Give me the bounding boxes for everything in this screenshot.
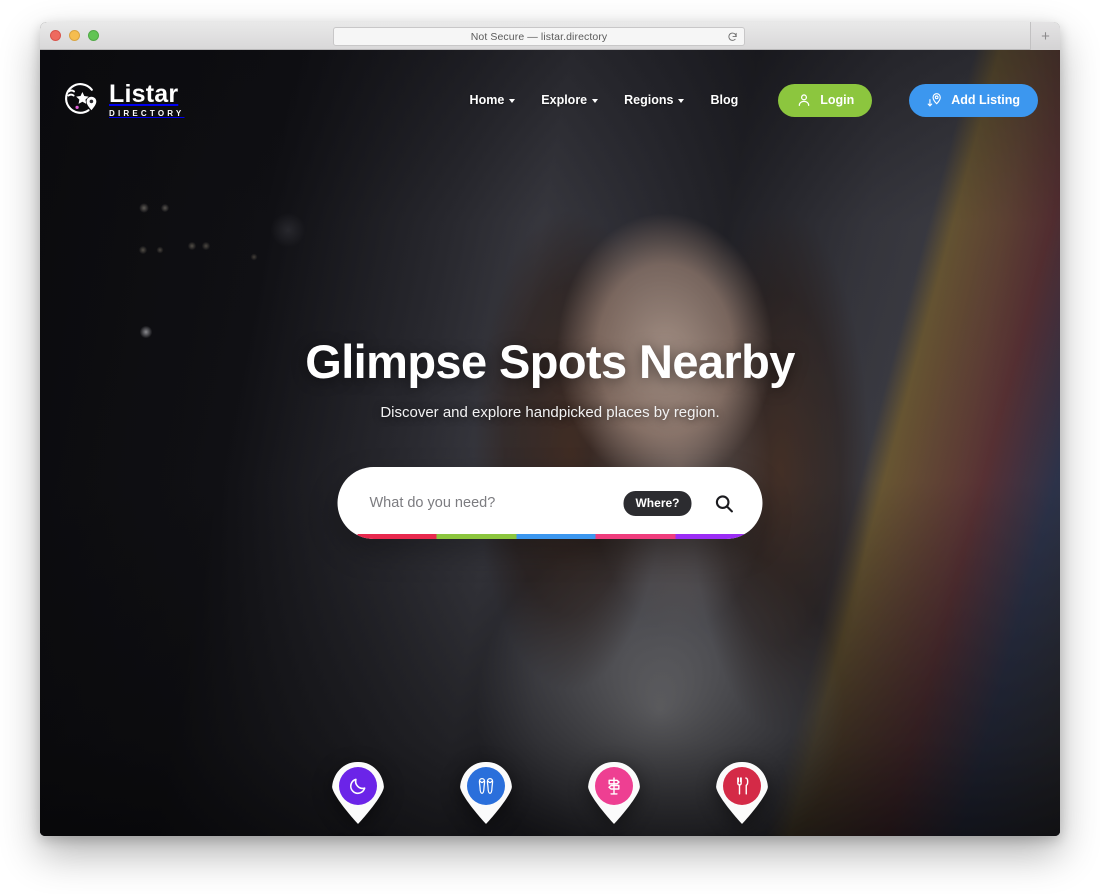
hero-subtitle: Discover and explore handpicked places b… bbox=[380, 403, 720, 421]
user-icon bbox=[798, 94, 810, 106]
category-icon-disc bbox=[723, 767, 761, 805]
category-pin bbox=[332, 762, 384, 824]
flip-flops-icon bbox=[478, 778, 494, 794]
category-pin bbox=[716, 762, 768, 824]
nav-item-explore-label: Explore bbox=[541, 93, 588, 107]
nav-item-regions[interactable]: Regions bbox=[624, 93, 685, 107]
category-restaurant[interactable]: Restaurant bbox=[698, 762, 786, 836]
hero-dark-overlay bbox=[40, 50, 1060, 836]
underline-segment-4 bbox=[595, 534, 676, 539]
hero-search: Where? bbox=[337, 467, 763, 539]
nav-item-blog[interactable]: Blog bbox=[710, 93, 738, 107]
add-listing-button[interactable]: Add Listing bbox=[909, 83, 1038, 117]
chevron-down-icon bbox=[509, 99, 516, 103]
chevron-down-icon bbox=[678, 99, 685, 103]
moon-icon bbox=[350, 778, 366, 794]
category-stay-label: Stay bbox=[472, 835, 499, 836]
nav-item-regions-label: Regions bbox=[624, 93, 674, 107]
chevron-down-icon bbox=[592, 99, 599, 103]
search-icon bbox=[715, 494, 733, 512]
category-tourism[interactable]: Tourism bbox=[570, 762, 658, 836]
nav-item-home[interactable]: Home bbox=[470, 93, 516, 107]
category-tourism-label: Tourism bbox=[589, 835, 639, 836]
search-input[interactable] bbox=[369, 495, 624, 511]
category-restaurant-label: Restaurant bbox=[708, 835, 776, 836]
login-button[interactable]: Login bbox=[778, 83, 873, 117]
category-stay[interactable]: Stay bbox=[442, 762, 530, 836]
category-nightlife-label: Nightlife bbox=[332, 835, 384, 836]
site-header: Listar DIRECTORY Home Explore Regions Bl… bbox=[40, 50, 1060, 150]
brand-tagline: DIRECTORY bbox=[109, 109, 185, 118]
nav-item-explore[interactable]: Explore bbox=[541, 93, 599, 107]
search-bar[interactable]: Where? bbox=[337, 467, 763, 539]
where-filter-button[interactable]: Where? bbox=[623, 490, 692, 516]
category-icon-disc bbox=[467, 767, 505, 805]
brand-name: Listar bbox=[109, 80, 179, 108]
main-navigation: Home Explore Regions Blog Login Add List… bbox=[470, 83, 1038, 117]
category-icon-disc bbox=[595, 767, 633, 805]
category-nightlife[interactable]: Nightlife bbox=[314, 762, 402, 836]
category-pin bbox=[588, 762, 640, 824]
category-icon-disc bbox=[339, 767, 377, 805]
close-window-button[interactable] bbox=[50, 30, 61, 41]
browser-titlebar: Not Secure — listar.directory + bbox=[40, 22, 1060, 50]
nav-item-home-label: Home bbox=[469, 93, 505, 107]
address-bar[interactable]: Not Secure — listar.directory bbox=[333, 27, 745, 46]
underline-segment-3 bbox=[516, 534, 596, 539]
category-shortcuts: Nightlife Stay bbox=[40, 762, 1060, 836]
add-listing-button-label: Add Listing bbox=[951, 93, 1020, 107]
map-pin-arrow-icon bbox=[927, 93, 942, 107]
brand-text: Listar DIRECTORY bbox=[109, 82, 184, 118]
underline-segment-2 bbox=[436, 534, 517, 539]
signpost-icon bbox=[608, 777, 620, 795]
search-underline-accent bbox=[357, 534, 755, 539]
category-pin bbox=[460, 762, 512, 824]
brand-logo-link[interactable]: Listar DIRECTORY bbox=[64, 82, 184, 118]
listar-pin-star-logo-icon bbox=[65, 83, 97, 114]
browser-window: Not Secure — listar.directory + Listar D… bbox=[40, 22, 1060, 836]
address-bar-text: Not Secure — listar.directory bbox=[470, 30, 608, 43]
hero-section: Listar DIRECTORY Home Explore Regions Bl… bbox=[40, 50, 1060, 836]
login-button-label: Login bbox=[820, 93, 855, 107]
reload-icon[interactable] bbox=[727, 31, 738, 42]
underline-segment-5 bbox=[675, 534, 755, 539]
minimize-window-button[interactable] bbox=[69, 30, 80, 41]
new-tab-button[interactable]: + bbox=[1030, 22, 1060, 50]
search-submit-button[interactable] bbox=[710, 493, 739, 514]
window-controls bbox=[50, 30, 99, 41]
fork-knife-icon bbox=[737, 777, 749, 795]
nav-item-blog-label: Blog bbox=[710, 93, 739, 107]
hero-content: Glimpse Spots Nearby Discover and explor… bbox=[40, 336, 1060, 421]
zoom-window-button[interactable] bbox=[88, 30, 99, 41]
hero-title: Glimpse Spots Nearby bbox=[305, 335, 795, 388]
underline-segment-1 bbox=[357, 534, 437, 539]
